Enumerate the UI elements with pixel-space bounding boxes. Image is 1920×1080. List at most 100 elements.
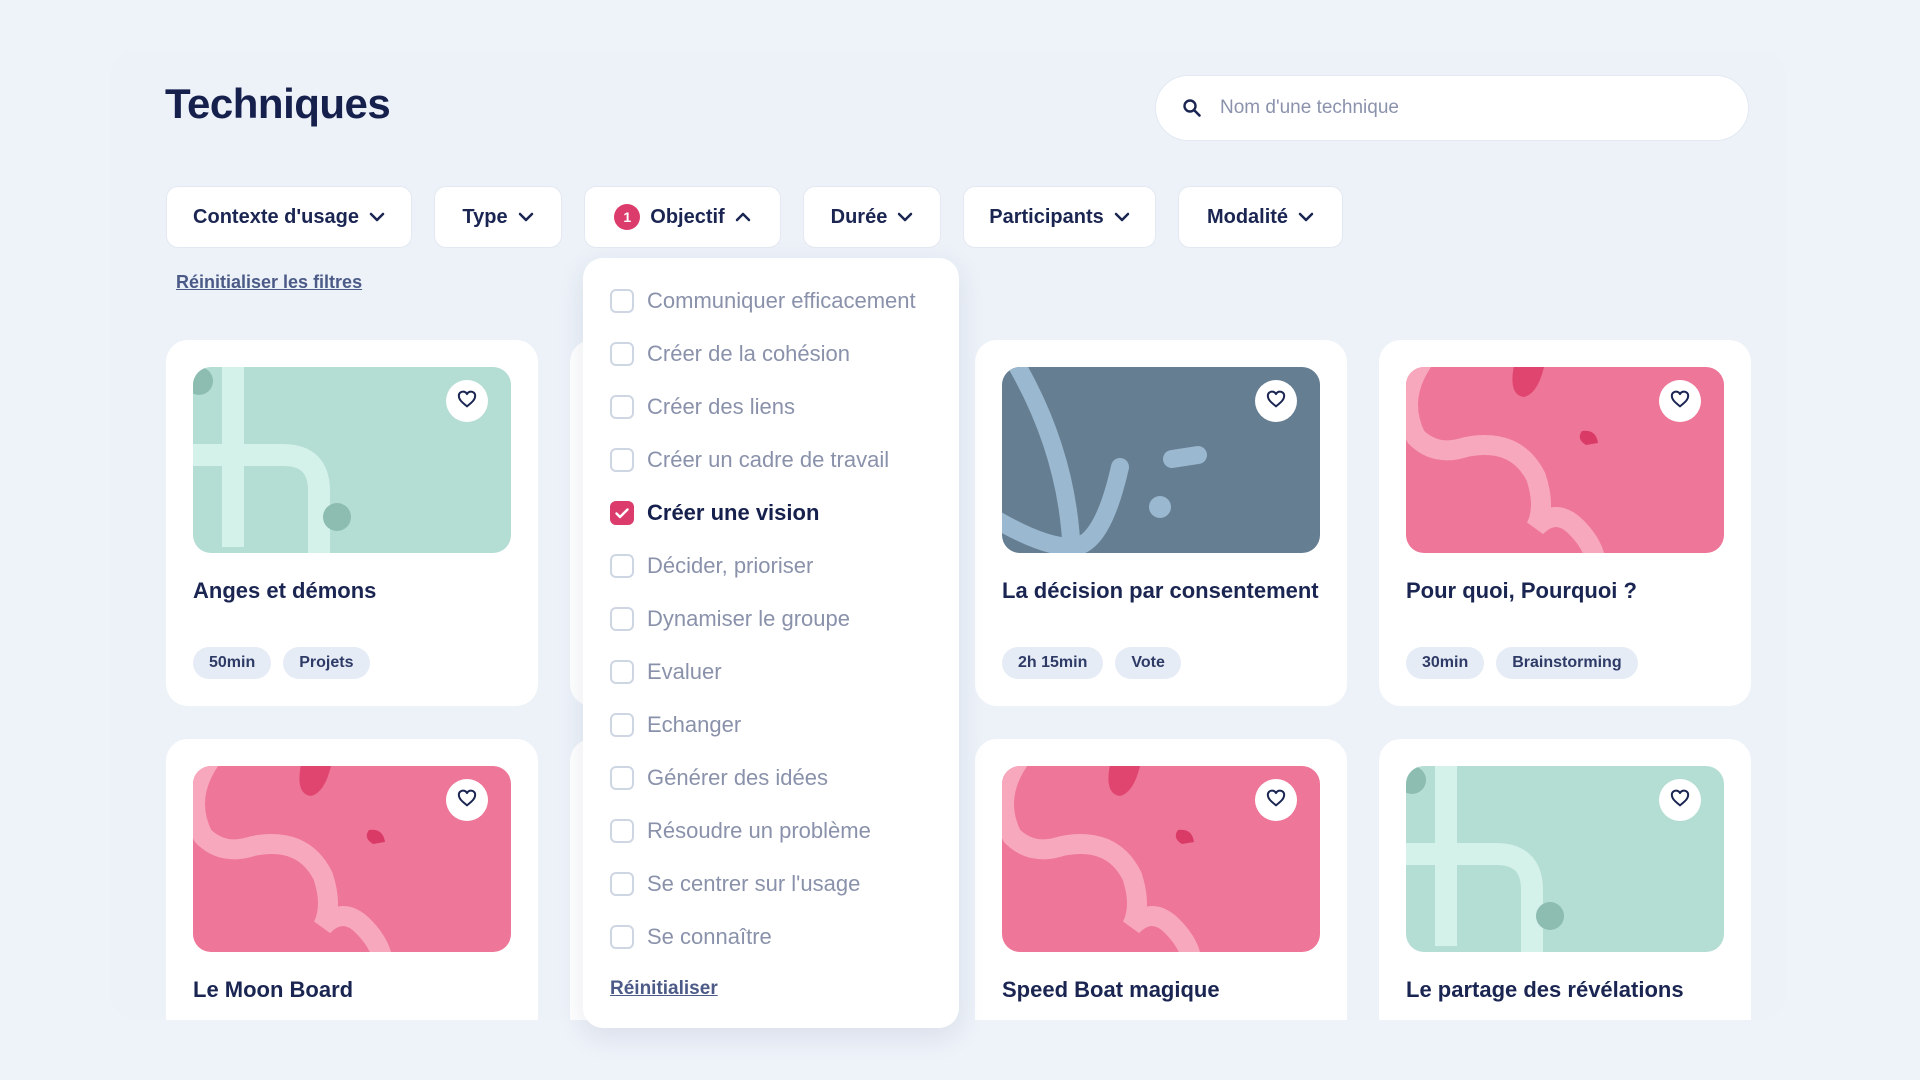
filter-type-label: Type (462, 205, 508, 228)
duration-tag: 2h 15min (1002, 647, 1104, 679)
option-connaitre[interactable]: Se connaître (610, 922, 772, 952)
objective-dropdown: Communiquer efficacement Créer de la coh… (583, 258, 959, 1028)
heart-icon (1266, 390, 1286, 413)
chevron-down-icon (1298, 212, 1314, 222)
check-icon (615, 507, 629, 518)
checkbox[interactable] (610, 342, 634, 366)
card-title: Speed Boat magique (1002, 977, 1220, 1002)
favorite-button[interactable] (1255, 380, 1297, 422)
option-label: Echanger (647, 712, 742, 737)
dropdown-reset-link[interactable]: Réinitialiser (610, 978, 718, 1000)
page-bottom (0, 1020, 1920, 1080)
technique-card[interactable]: Speed Boat magique (975, 739, 1347, 1020)
option-label: Décider, prioriser (647, 553, 814, 578)
technique-card[interactable]: Le Moon Board (166, 739, 538, 1020)
filter-context-label: Contexte d'usage (193, 205, 359, 228)
page-title: Techniques (165, 80, 391, 127)
search-input[interactable] (1218, 96, 1702, 120)
checkbox-checked[interactable] (610, 501, 634, 525)
filter-objective-label: Objectif (650, 205, 725, 228)
technique-card[interactable]: Pour quoi, Pourquoi ? 30min Brainstormin… (1379, 340, 1751, 706)
filter-objective-button[interactable]: 1 Objectif (584, 186, 781, 248)
option-cohesion[interactable]: Créer de la cohésion (610, 339, 850, 369)
option-liens[interactable]: Créer des liens (610, 392, 795, 422)
filter-modality-button[interactable]: Modalité (1178, 186, 1343, 248)
chevron-down-icon (518, 212, 534, 222)
favorite-button[interactable] (1659, 779, 1701, 821)
chevron-down-icon (369, 212, 385, 222)
filter-duration-label: Durée (830, 205, 888, 228)
duration-tag: 30min (1406, 647, 1485, 679)
option-label: Créer un cadre de travail (647, 447, 890, 472)
checkbox[interactable] (610, 395, 634, 419)
card-tags: 30min Brainstorming (1406, 647, 1638, 679)
option-vision[interactable]: Créer une vision (610, 498, 819, 528)
checkbox[interactable] (610, 448, 634, 472)
option-usage[interactable]: Se centrer sur l'usage (610, 869, 860, 899)
filter-context-button[interactable]: Contexte d'usage (166, 186, 412, 248)
technique-card[interactable]: Anges et démons 50min Projets (166, 340, 538, 706)
checkbox[interactable] (610, 766, 634, 790)
checkbox[interactable] (610, 289, 634, 313)
card-title: Anges et démons (193, 578, 377, 603)
checkbox[interactable] (610, 872, 634, 896)
search-icon (1182, 97, 1204, 119)
chevron-down-icon (897, 212, 913, 222)
card-title: Pour quoi, Pourquoi ? (1406, 578, 1637, 603)
option-idees[interactable]: Générer des idées (610, 763, 828, 793)
favorite-button[interactable] (446, 380, 488, 422)
chevron-down-icon (1114, 212, 1130, 222)
heart-icon (457, 390, 477, 413)
duration-tag: 50min (193, 647, 272, 679)
favorite-button[interactable] (1659, 380, 1701, 422)
heart-icon (1670, 789, 1690, 812)
checkbox[interactable] (610, 925, 634, 949)
card-title: La décision par consentement (1002, 578, 1319, 603)
chevron-up-icon (735, 212, 751, 222)
checkbox[interactable] (610, 713, 634, 737)
option-label: Se connaître (647, 924, 772, 949)
option-echanger[interactable]: Echanger (610, 710, 741, 740)
search-box[interactable] (1155, 75, 1749, 141)
option-label: Evaluer (647, 659, 722, 684)
filter-count-badge: 1 (614, 204, 641, 230)
option-label: Communiquer efficacement (647, 288, 916, 313)
heart-icon (1670, 390, 1690, 413)
checkbox[interactable] (610, 660, 634, 684)
filter-participants-button[interactable]: Participants (963, 186, 1156, 248)
reset-filters-link[interactable]: Réinitialiser les filtres (176, 272, 362, 293)
favorite-button[interactable] (1255, 779, 1297, 821)
card-title: Le Moon Board (193, 977, 354, 1002)
checkbox[interactable] (610, 607, 634, 631)
filter-type-button[interactable]: Type (434, 186, 562, 248)
option-label: Créer des liens (647, 394, 795, 419)
option-dynamiser[interactable]: Dynamiser le groupe (610, 604, 850, 634)
technique-card[interactable]: La décision par consentement 2h 15min Vo… (975, 340, 1347, 706)
filter-duration-button[interactable]: Durée (803, 186, 941, 248)
option-label: Créer une vision (647, 500, 820, 525)
filter-participants-label: Participants (989, 205, 1104, 228)
filter-modality-label: Modalité (1206, 205, 1289, 228)
card-title: Le partage des révélations (1406, 977, 1684, 1002)
option-label: Dynamiser le groupe (647, 606, 850, 631)
option-cadre[interactable]: Créer un cadre de travail (610, 445, 889, 475)
option-label: Résoudre un problème (647, 818, 871, 843)
option-evaluer[interactable]: Evaluer (610, 657, 722, 687)
category-tag: Vote (1115, 647, 1181, 679)
option-communiquer[interactable]: Communiquer efficacement (610, 286, 916, 316)
checkbox[interactable] (610, 819, 634, 843)
heart-icon (1266, 789, 1286, 812)
option-decider[interactable]: Décider, prioriser (610, 551, 813, 581)
option-label: Se centrer sur l'usage (647, 871, 861, 896)
card-tags: 50min Projets (193, 647, 370, 679)
card-tags: 2h 15min Vote (1002, 647, 1181, 679)
option-resoudre[interactable]: Résoudre un problème (610, 816, 871, 846)
option-label: Générer des idées (647, 765, 828, 790)
technique-card[interactable]: Le partage des révélations (1379, 739, 1751, 1020)
category-tag: Projets (283, 647, 370, 679)
option-label: Créer de la cohésion (647, 341, 851, 366)
heart-icon (457, 789, 477, 812)
checkbox[interactable] (610, 554, 634, 578)
category-tag: Brainstorming (1496, 647, 1638, 679)
favorite-button[interactable] (446, 779, 488, 821)
